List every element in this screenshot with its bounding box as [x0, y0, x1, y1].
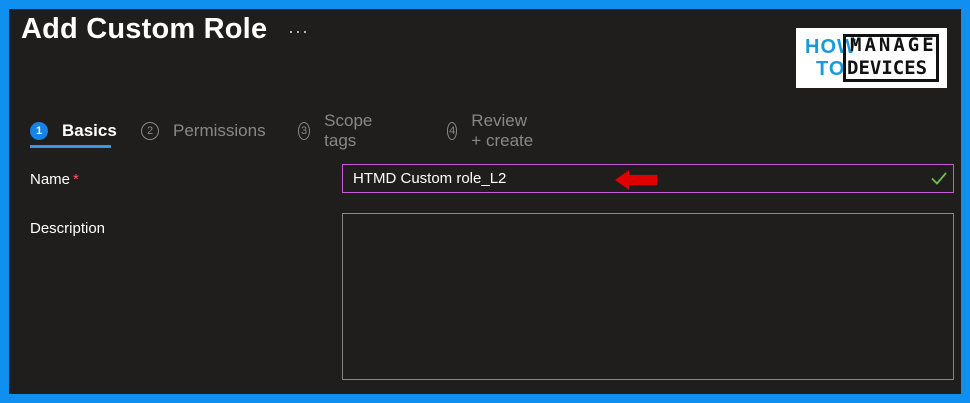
tab-basics[interactable]: 1 Basics [30, 116, 117, 146]
logo-text-manage: MANAGE [850, 34, 937, 56]
step-number-3: 3 [298, 122, 311, 140]
active-tab-indicator [30, 145, 111, 148]
tab-label: Review + create [471, 111, 534, 150]
red-arrow-annotation-icon [615, 170, 657, 190]
tab-label: Permissions [173, 121, 266, 140]
required-mark: * [73, 171, 79, 188]
page-title: Add Custom Role [21, 13, 268, 45]
add-custom-role-panel: Add Custom Role ··· HOW TO MANAGE DEVICE… [9, 9, 961, 394]
description-label: Description [30, 220, 106, 237]
description-input[interactable] [342, 213, 954, 380]
logo-text-to: TO [816, 58, 846, 80]
step-number-2: 2 [141, 122, 159, 140]
tab-review-create[interactable]: 4 Review + create [447, 111, 535, 150]
step-number-1: 1 [30, 122, 48, 140]
valid-check-icon [931, 172, 947, 185]
name-label-text: Name [30, 171, 71, 188]
htmd-logo: HOW TO MANAGE DEVICES [796, 28, 947, 88]
more-options-button[interactable]: ··· [288, 21, 309, 42]
name-label: Name * [30, 171, 79, 188]
tab-label: Basics [62, 121, 117, 140]
tab-permissions[interactable]: 2 Permissions [141, 116, 266, 146]
tab-scope-tags[interactable]: 3 Scope tags [298, 111, 378, 150]
logo-text-devices: DEVICES [847, 57, 928, 79]
step-number-4: 4 [447, 122, 458, 140]
tab-label: Scope tags [324, 111, 373, 150]
